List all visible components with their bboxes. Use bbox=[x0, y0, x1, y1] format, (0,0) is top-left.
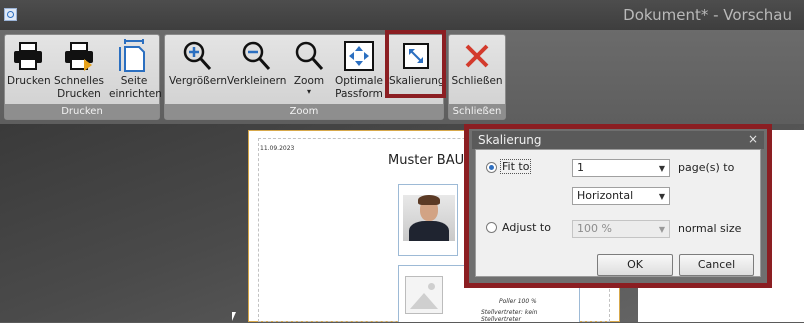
cancel-button[interactable]: Cancel bbox=[679, 254, 754, 276]
image-placeholder-icon bbox=[405, 276, 443, 314]
zoom-out-icon bbox=[242, 41, 271, 71]
close-preview-label: Schließen bbox=[451, 75, 503, 87]
group-label-zoom: Zoom bbox=[165, 104, 443, 119]
person-photo bbox=[403, 195, 455, 241]
pages-value: 1 bbox=[577, 161, 584, 174]
mouse-cursor-icon bbox=[232, 312, 236, 321]
zoom-icon bbox=[295, 41, 324, 71]
ok-button[interactable]: OK bbox=[597, 254, 673, 276]
direction-select[interactable]: Horizontal ▼ bbox=[572, 187, 670, 205]
zoom-in-label: Vergrößern bbox=[169, 75, 227, 87]
zoom-out-label: Verkleinern bbox=[227, 75, 287, 87]
page-setup-label: Seite einrichten bbox=[109, 75, 162, 100]
dialog-titlebar[interactable]: Skalierung × bbox=[472, 131, 764, 149]
ribbon-group-drucken: Drucken Schnelles Drucken Seite einricht… bbox=[4, 34, 162, 120]
scaling-button-highlight bbox=[385, 30, 446, 98]
quick-print-button[interactable]: Schnelles Drucken bbox=[53, 39, 105, 105]
info-line-1: Poller 100 % bbox=[499, 298, 537, 305]
print-label: Drucken bbox=[7, 75, 51, 87]
direction-value: Horizontal bbox=[577, 189, 634, 202]
person-photo-frame bbox=[398, 184, 458, 256]
dialog-frame: Skalierung × Fit to 1 ▼ page(s) to Horiz… bbox=[469, 129, 767, 283]
dialog-title: Skalierung bbox=[478, 133, 542, 147]
scaling-dialog: Skalierung × Fit to 1 ▼ page(s) to Horiz… bbox=[464, 124, 772, 288]
zoom-in-icon bbox=[183, 41, 212, 71]
window-title: Dokument* - Vorschau bbox=[623, 6, 792, 24]
app-icon[interactable] bbox=[4, 8, 17, 21]
percent-value: 100 % bbox=[577, 222, 612, 235]
dialog-close-icon[interactable]: × bbox=[748, 132, 758, 146]
quick-print-label: Schnelles Drucken bbox=[54, 75, 104, 100]
zoom-out-button[interactable]: Verkleinern bbox=[227, 39, 287, 105]
pages-suffix: page(s) to bbox=[678, 161, 735, 174]
zoom-dropdown-button[interactable]: Zoom ▾ bbox=[289, 39, 329, 105]
adjust-to-radio[interactable] bbox=[486, 222, 497, 233]
group-label-drucken: Drucken bbox=[5, 104, 159, 119]
page-setup-icon bbox=[119, 39, 145, 72]
zoom-in-button[interactable]: Vergrößern bbox=[169, 39, 227, 105]
fit-to-label[interactable]: Fit to bbox=[500, 159, 532, 174]
fit-optimal-icon bbox=[344, 41, 374, 71]
quick-print-icon bbox=[65, 42, 93, 71]
chevron-down-icon: ▼ bbox=[658, 164, 665, 173]
info-line-2: Stellvertreter: kein Stellvertreter bbox=[481, 309, 538, 323]
title-bar: Dokument* - Vorschau bbox=[0, 0, 804, 30]
optimal-fit-button[interactable]: Optimale Passform bbox=[333, 39, 385, 105]
printer-icon bbox=[14, 42, 42, 70]
chevron-down-icon: ▼ bbox=[658, 192, 665, 201]
chevron-down-icon: ▼ bbox=[658, 225, 665, 234]
percent-select[interactable]: 100 % ▼ bbox=[572, 220, 670, 238]
close-x-icon bbox=[465, 44, 489, 68]
ribbon-group-schliessen: Schließen Schließen bbox=[448, 34, 506, 120]
print-button[interactable]: Drucken bbox=[7, 39, 51, 105]
pages-select[interactable]: 1 ▼ bbox=[572, 159, 670, 177]
percent-suffix: normal size bbox=[678, 222, 742, 235]
close-preview-button[interactable]: Schließen bbox=[451, 39, 503, 105]
page-setup-button[interactable]: Seite einrichten bbox=[109, 39, 162, 105]
adjust-to-label[interactable]: Adjust to bbox=[502, 221, 551, 234]
fit-to-radio[interactable] bbox=[486, 162, 497, 173]
dialog-body: Fit to 1 ▼ page(s) to Horizontal ▼ Adjus… bbox=[475, 149, 761, 277]
optimal-fit-label: Optimale Passform bbox=[334, 75, 383, 100]
group-label-schliessen: Schließen bbox=[449, 104, 505, 119]
page-date: 11.09.2023 bbox=[260, 145, 295, 152]
